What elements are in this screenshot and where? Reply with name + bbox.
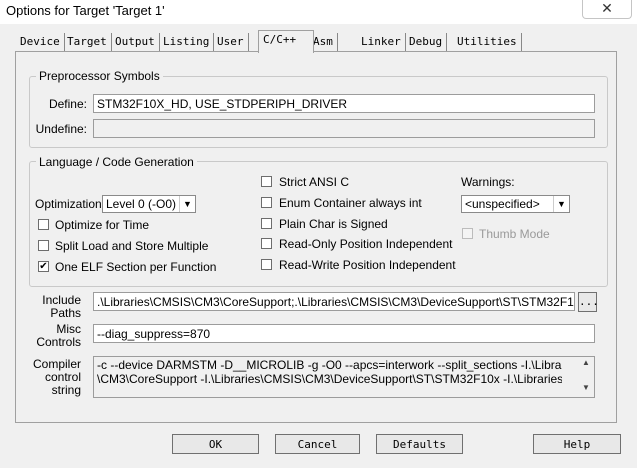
ro-pi-checkbox[interactable] <box>261 238 272 249</box>
codegen-title: Language / Code Generation <box>36 155 197 169</box>
defaults-button[interactable]: Defaults <box>376 434 463 454</box>
split-load-checkbox[interactable] <box>38 240 49 251</box>
warnings-label: Warnings: <box>461 175 515 189</box>
thumb-mode-label: Thumb Mode <box>479 227 550 241</box>
define-input[interactable]: STM32F10X_HD, USE_STDPERIPH_DRIVER <box>93 94 595 113</box>
scroll-up-icon[interactable]: ▲ <box>579 358 593 367</box>
tab-debug[interactable]: Debug <box>405 33 448 51</box>
chevron-down-icon: ▼ <box>179 196 195 212</box>
enum-int-label: Enum Container always int <box>279 196 422 210</box>
thumb-mode-checkbox[interactable] <box>462 228 473 239</box>
include-label: Include Paths <box>25 294 81 320</box>
tab-cc[interactable]: C/C++ <box>258 30 314 53</box>
rw-pi-checkbox[interactable] <box>261 259 272 270</box>
tab-target[interactable]: Target <box>63 33 112 51</box>
warnings-value: <unspecified> <box>465 197 540 211</box>
tab-utilities[interactable]: Utilities <box>453 33 522 51</box>
misc-label: Misc Controls <box>25 323 81 349</box>
compiler-label-line3: string <box>51 383 81 397</box>
ok-button[interactable]: OK <box>172 434 259 454</box>
strict-ansi-checkbox[interactable] <box>261 176 272 187</box>
compiler-string[interactable]: -c --device DARMSTM -D__MICROLIB -g -O0 … <box>93 356 595 398</box>
tab-listing[interactable]: Listing <box>159 33 215 51</box>
compiler-string-line1: -c --device DARMSTM -D__MICROLIB -g -O0 … <box>97 358 562 372</box>
split-load-label: Split Load and Store Multiple <box>55 239 209 253</box>
one-elf-checkbox[interactable]: ✔ <box>38 261 49 272</box>
plain-char-label: Plain Char is Signed <box>279 217 388 231</box>
warnings-select[interactable]: <unspecified> ▼ <box>461 195 570 213</box>
optimize-time-checkbox[interactable] <box>38 219 49 230</box>
optimization-value: Level 0 (-O0) <box>106 197 177 211</box>
scroll-down-icon[interactable]: ▼ <box>579 383 593 392</box>
compiler-label: Compiler control string <box>25 358 81 397</box>
rw-pi-label: Read-Write Position Independent <box>279 258 456 272</box>
enum-int-checkbox[interactable] <box>261 197 272 208</box>
undefine-input[interactable] <box>93 119 595 138</box>
tab-user[interactable]: User <box>213 33 249 51</box>
browse-button[interactable]: ... <box>578 292 599 312</box>
chevron-down-icon: ▼ <box>553 196 569 212</box>
ro-pi-label: Read-Only Position Independent <box>279 237 453 251</box>
tab-output[interactable]: Output <box>111 33 160 51</box>
optimization-label: Optimization: <box>35 197 106 211</box>
include-paths-input[interactable]: .\Libraries\CMSIS\CM3\CoreSupport;.\Libr… <box>93 292 575 311</box>
strict-ansi-label: Strict ANSI C <box>279 175 350 189</box>
misc-controls-input[interactable]: --diag_suppress=870 <box>93 324 595 343</box>
misc-label-line2: Controls <box>36 335 81 349</box>
optimization-select[interactable]: Level 0 (-O0) ▼ <box>102 195 196 213</box>
optimize-time-label: Optimize for Time <box>55 218 150 232</box>
help-button[interactable]: Help <box>533 434 621 454</box>
close-icon[interactable]: ✕ <box>582 0 632 19</box>
compiler-string-line2: \CM3\CoreSupport -I.\Libraries\CMSIS\CM3… <box>97 372 562 386</box>
compiler-scrollbar[interactable]: ▲ ▼ <box>579 358 593 396</box>
tab-device[interactable]: Device <box>16 33 65 51</box>
define-label: Define: <box>48 97 87 111</box>
include-label-line2: Paths <box>50 306 81 320</box>
undefine-label: Undefine: <box>35 122 87 136</box>
preprocessor-title: Preprocessor Symbols <box>36 69 163 83</box>
tab-linker[interactable]: Linker <box>357 33 406 51</box>
one-elf-label: One ELF Section per Function <box>55 260 217 274</box>
cancel-button[interactable]: Cancel <box>275 434 360 454</box>
window-title: Options for Target 'Target 1' <box>6 3 165 18</box>
plain-char-checkbox[interactable] <box>261 218 272 229</box>
